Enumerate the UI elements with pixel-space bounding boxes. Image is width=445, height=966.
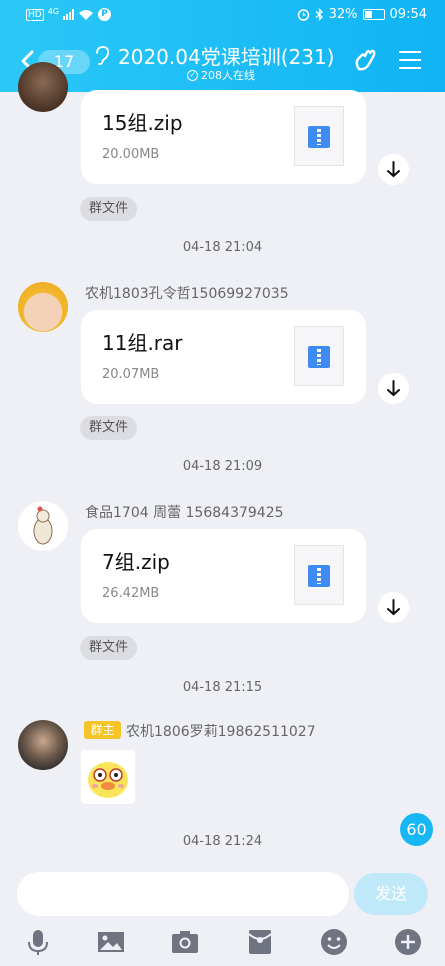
group-file-tag[interactable]: 群文件 [80, 636, 138, 660]
sender-name: 农机1803孔令哲15069927035 [85, 286, 289, 302]
clock: 09:54 [389, 7, 427, 22]
hd-indicator: HD [26, 8, 44, 21]
file-size: 20.00MB [102, 147, 160, 162]
battery-percent: 32% [328, 7, 358, 22]
file-name: 7组.zip [102, 550, 170, 574]
alarm-icon [297, 9, 309, 21]
check-circle-icon: ✓ [187, 69, 198, 81]
signal-icon [63, 9, 74, 20]
avatar[interactable] [18, 501, 68, 551]
message-input[interactable] [17, 872, 349, 916]
bluetooth-icon [315, 8, 323, 21]
group-app-hand-icon[interactable] [353, 47, 379, 73]
download-icon[interactable] [378, 154, 409, 185]
file-size: 20.07MB [102, 367, 160, 382]
zip-file-icon [294, 545, 344, 605]
group-file-tag[interactable]: 群文件 [80, 197, 138, 221]
menu-icon[interactable] [399, 51, 421, 69]
parking-icon: P [98, 8, 111, 21]
download-icon[interactable] [378, 592, 409, 623]
file-name: 15组.zip [102, 111, 183, 135]
microphone-icon[interactable] [24, 928, 52, 956]
message-timestamp: 04-18 21:15 [182, 680, 263, 695]
group-owner-badge: 群主 [84, 721, 121, 739]
message-timestamp: 04-18 21:04 [182, 240, 263, 255]
battery-icon [362, 9, 385, 20]
chat-header: HD 4G P 32% 09:54 17 2020.04党课培训(231) ✓ … [0, 0, 445, 92]
zip-file-icon [294, 106, 344, 166]
online-count: 208人在线 [201, 69, 255, 82]
earpiece-mode-icon [96, 46, 110, 66]
wifi-icon [79, 9, 93, 20]
sender-name: 农机1806罗莉19862511027 [126, 724, 316, 740]
avatar[interactable] [18, 282, 68, 332]
group-file-tag[interactable]: 群文件 [80, 416, 138, 440]
status-bar: HD 4G P 32% 09:54 [0, 0, 445, 32]
send-button[interactable]: 发送 [354, 873, 428, 915]
camera-icon[interactable] [171, 928, 199, 956]
file-message-card[interactable]: 15组.zip 20.00MB [81, 90, 366, 184]
file-message-card[interactable]: 7组.zip 26.42MB [81, 529, 366, 623]
file-message-card[interactable]: 11组.rar 20.07MB [81, 310, 366, 404]
duck-sticker-icon[interactable] [81, 750, 135, 804]
message-timestamp: 04-18 21:24 [182, 834, 263, 849]
sender-name: 食品1704 周蕾 15684379425 [85, 505, 284, 521]
emoji-icon[interactable] [320, 928, 348, 956]
avatar[interactable] [18, 62, 68, 112]
chat-title[interactable]: 2020.04党课培训(231) [118, 41, 334, 70]
zip-file-icon [294, 326, 344, 386]
new-messages-badge[interactable]: 60 [400, 813, 433, 846]
cartoon-avatar-icon [33, 506, 53, 545]
avatar[interactable] [18, 720, 68, 770]
download-icon[interactable] [378, 373, 409, 404]
network-type: 4G [47, 7, 59, 16]
message-timestamp: 04-18 21:09 [182, 459, 263, 474]
red-packet-icon[interactable] [246, 928, 274, 956]
image-icon[interactable] [97, 928, 125, 956]
file-name: 11组.rar [102, 331, 183, 355]
online-status: ✓ 208人在线 [187, 67, 255, 83]
file-size: 26.42MB [102, 586, 160, 601]
plus-icon[interactable] [394, 928, 422, 956]
